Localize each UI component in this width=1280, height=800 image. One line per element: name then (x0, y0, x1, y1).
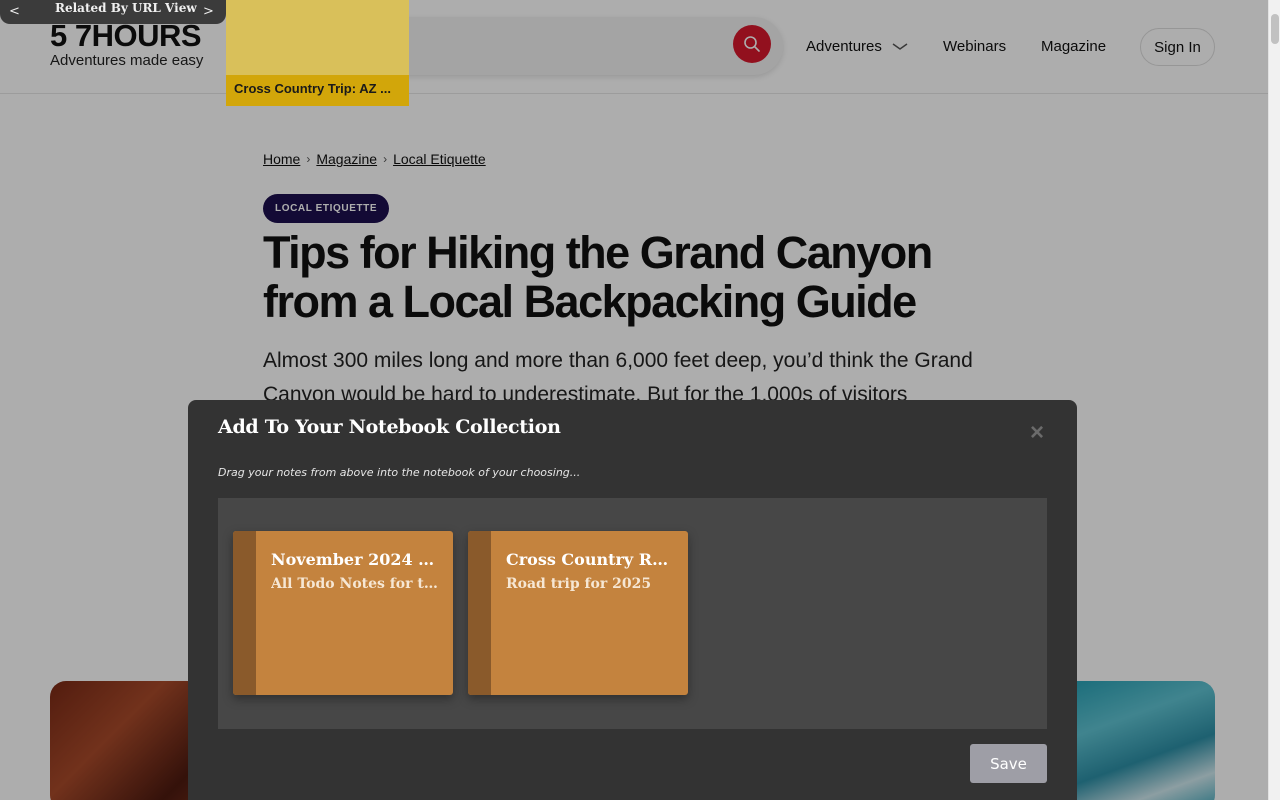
notebook-title: Cross Country Roa... (506, 550, 678, 569)
notebook-spine (468, 531, 491, 695)
notebook-drop-area[interactable]: November 2024 To... All Todo Notes for t… (218, 498, 1047, 729)
related-widget-title: Related By URL View (55, 1, 197, 15)
notebook-description: All Todo Notes for thi... (271, 576, 443, 592)
modal-subtitle: Drag your notes from above into the note… (218, 466, 581, 479)
notebook-modal: Add To Your Notebook Collection × Drag y… (188, 400, 1077, 800)
modal-title: Add To Your Notebook Collection (218, 416, 561, 438)
related-prev-button[interactable]: < (9, 4, 20, 19)
notebook-card[interactable]: Cross Country Roa... Road trip for 2025 (468, 531, 688, 695)
notebook-card[interactable]: November 2024 To... All Todo Notes for t… (233, 531, 453, 695)
related-note-title: Cross Country Trip: AZ ... (226, 75, 409, 106)
related-note-card[interactable]: Cross Country Trip: AZ ... (226, 0, 409, 106)
related-by-url-bar: < Related By URL View > (0, 0, 226, 24)
notebook-description: Road trip for 2025 (506, 576, 652, 592)
notebook-title: November 2024 To... (271, 550, 443, 569)
notebook-spine (233, 531, 256, 695)
page-scrollbar[interactable] (1268, 0, 1280, 800)
related-next-button[interactable]: > (203, 4, 214, 19)
scrollbar-thumb[interactable] (1271, 14, 1279, 44)
close-icon[interactable]: × (1026, 421, 1048, 445)
save-button[interactable]: Save (970, 744, 1047, 783)
